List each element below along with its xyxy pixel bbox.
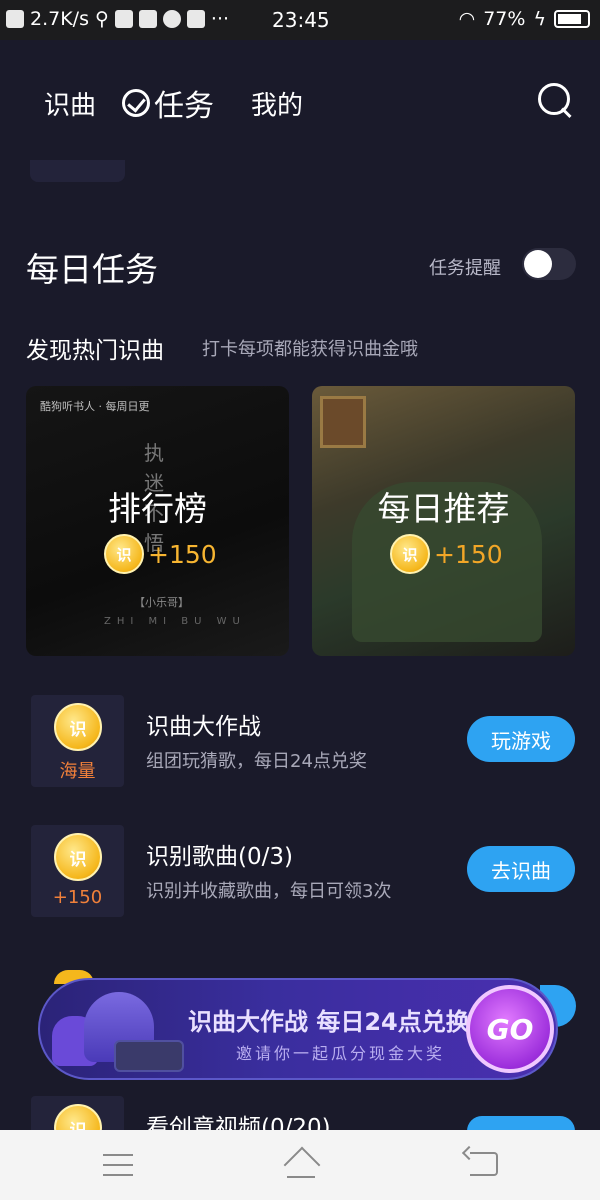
banner-illustration <box>44 980 194 1078</box>
task-badge: 识 海量 <box>31 695 124 787</box>
tab-tasks[interactable]: 任务 <box>122 81 214 125</box>
home-icon[interactable] <box>283 1150 319 1180</box>
check-icon <box>122 89 150 117</box>
coin-icon: 识 <box>54 833 102 881</box>
card-ranking[interactable]: 酷狗听书人 · 每周日更 执迷不悟 【小乐哥】 ZHI MI BU WU 排行榜… <box>26 386 289 656</box>
coin-icon: 识 <box>104 534 144 574</box>
app-icon <box>114 10 133 28</box>
scrolled-content-remnant <box>30 160 125 182</box>
back-icon[interactable] <box>470 1152 498 1176</box>
net-speed: 2.7K/s <box>30 8 89 30</box>
task-name: 识别歌曲(0/3) <box>146 844 293 870</box>
ball-icon <box>162 10 181 28</box>
reward-amount: +150 <box>434 539 503 569</box>
clock: 23:45 <box>272 8 330 32</box>
battery-percent: 77% <box>483 8 526 30</box>
task-badge-text: +150 <box>52 887 103 908</box>
card-daily-recommend[interactable]: 每日推荐 识 +150 <box>312 386 575 656</box>
recognize-button[interactable]: 去识曲 <box>467 846 575 892</box>
task-badge: 识 +150 <box>31 825 124 917</box>
card-reward: 识 +150 <box>390 534 503 574</box>
bus-icon <box>186 10 205 28</box>
task-name: 识曲大作战 <box>146 714 261 740</box>
app-header: 识曲 任务 我的 <box>0 40 600 160</box>
task-item: 识 +150 识别歌曲(0/3) 识别并收藏歌曲，每日可领3次 去识曲 <box>0 825 600 925</box>
discover-desc: 打卡每项都能获得识曲金哦 <box>202 339 418 360</box>
wifi-icon: ◠ <box>458 8 476 30</box>
card-reward: 识 +150 <box>104 534 217 574</box>
reward-amount: +150 <box>148 539 217 569</box>
status-left: 2.7K/s ⚲ ··· <box>6 8 229 30</box>
task-desc: 组团玩猜歌，每日24点兑奖 <box>146 751 367 772</box>
coin-icon: 识 <box>390 534 430 574</box>
more-dots: ··· <box>210 8 230 30</box>
play-game-button[interactable]: 玩游戏 <box>467 716 575 762</box>
task-badge-text: 海量 <box>59 761 96 782</box>
card-title: 每日推荐 <box>377 489 510 528</box>
reminder-label: 任务提醒 <box>429 258 501 279</box>
tab-tasks-label: 任务 <box>154 89 214 124</box>
coin-icon: 识 <box>54 703 102 751</box>
tab-recognize[interactable]: 识曲 <box>44 85 96 122</box>
tab-mine[interactable]: 我的 <box>251 85 303 122</box>
card-title: 排行榜 <box>108 489 207 528</box>
charging-icon: ϟ <box>533 8 546 30</box>
banner-subtitle: 邀请你一起瓜分现金大奖 <box>236 1044 446 1063</box>
system-nav-bar <box>0 1130 600 1200</box>
usb-icon: ⚲ <box>94 8 109 30</box>
banner-title: 识曲大作战 每日24点兑换 <box>188 1008 470 1036</box>
card-art-caption: 【小乐哥】 <box>134 596 189 609</box>
task-item: 识 海量 识曲大作战 组团玩猜歌，每日24点兑奖 玩游戏 <box>0 695 600 795</box>
status-right: ◠ 77% ϟ <box>459 8 590 30</box>
search-icon[interactable] <box>538 83 572 117</box>
battery-icon <box>554 10 590 28</box>
go-button[interactable]: GO <box>466 985 554 1073</box>
promo-banner[interactable]: 识曲大作战 每日24点兑换 邀请你一起瓜分现金大奖 GO <box>38 978 558 1080</box>
card-mini-text: 酷狗听书人 · 每周日更 <box>40 400 150 413</box>
card-art-caption-2: ZHI MI BU WU <box>104 616 246 627</box>
speaker-icon <box>114 1040 184 1072</box>
task-desc: 识别并收藏歌曲，每日可领3次 <box>146 881 392 902</box>
reminder-toggle[interactable] <box>522 248 576 280</box>
discover-title: 发现热门识曲 <box>26 338 164 364</box>
card-art-frame <box>320 396 366 448</box>
status-bar: 2.7K/s ⚲ ··· 23:45 ◠ 77% ϟ <box>0 0 600 40</box>
contact-icon <box>138 10 157 28</box>
daily-tasks-title: 每日任务 <box>26 250 158 289</box>
toggle-knob <box>524 250 552 278</box>
menu-icon[interactable] <box>103 1154 133 1176</box>
no-sim-icon <box>6 10 24 28</box>
